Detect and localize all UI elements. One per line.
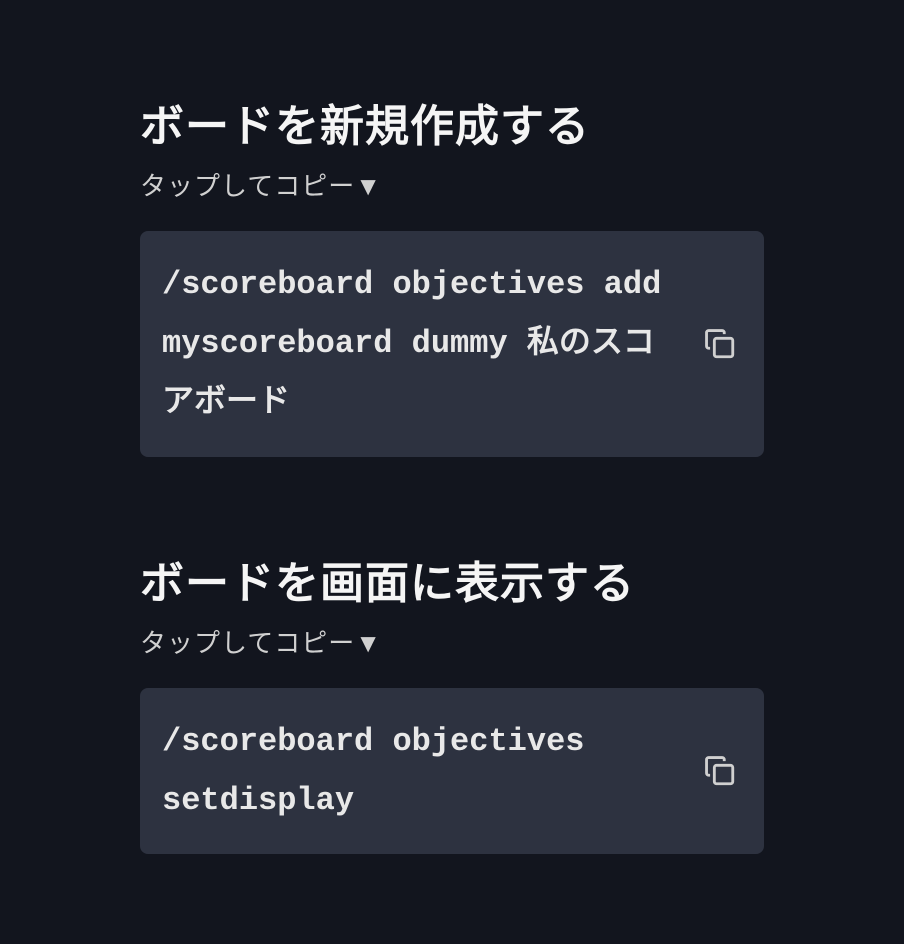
section-subtitle: タップしてコピー▼	[140, 623, 764, 660]
code-text: /scoreboard objectives setdisplay	[162, 712, 678, 830]
code-block[interactable]: /scoreboard objectives add myscoreboard …	[140, 231, 764, 457]
code-block[interactable]: /scoreboard objectives setdisplay	[140, 688, 764, 854]
code-text: /scoreboard objectives add myscoreboard …	[162, 255, 678, 433]
section-subtitle: タップしてコピー▼	[140, 166, 764, 203]
copy-icon	[703, 327, 737, 361]
section-title: ボードを画面に表示する	[140, 547, 764, 611]
section-create-board: ボードを新規作成する タップしてコピー▼ /scoreboard objecti…	[140, 90, 764, 457]
copy-button[interactable]	[698, 322, 742, 366]
main-container: ボードを新規作成する タップしてコピー▼ /scoreboard objecti…	[0, 0, 904, 854]
section-display-board: ボードを画面に表示する タップしてコピー▼ /scoreboard object…	[140, 547, 764, 854]
copy-button[interactable]	[698, 749, 742, 793]
section-title: ボードを新規作成する	[140, 90, 764, 154]
copy-icon	[703, 754, 737, 788]
